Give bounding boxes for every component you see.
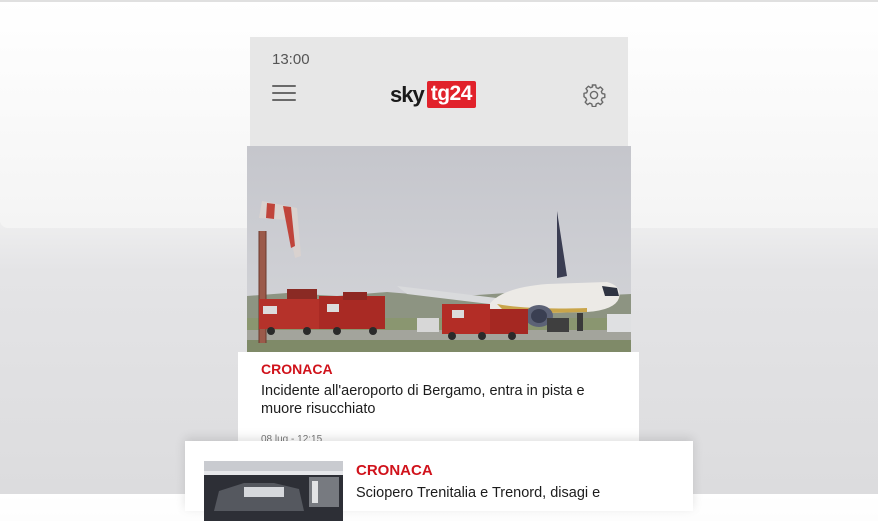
logo-sky-text: sky — [390, 81, 425, 107]
gear-icon[interactable] — [582, 83, 606, 107]
top-divider — [0, 0, 878, 2]
article-card[interactable]: CRONACA Incidente all'aeroporto di Berga… — [238, 352, 639, 452]
article-thumbnail[interactable] — [204, 461, 343, 521]
logo-tg24-badge: tg24 — [426, 81, 476, 108]
hamburger-menu-icon[interactable] — [272, 85, 296, 103]
article-hero-image[interactable] — [247, 146, 631, 354]
sky-tg24-logo[interactable]: sky tg24 — [390, 81, 476, 108]
status-time: 13:00 — [272, 51, 310, 68]
article-category[interactable]: CRONACA — [261, 361, 333, 377]
article-headline[interactable]: Incidente all'aeroporto di Bergamo, entr… — [261, 382, 611, 418]
article-category[interactable]: CRONACA — [356, 462, 433, 479]
train-station-photo — [204, 461, 343, 521]
article-card-second[interactable]: CRONACA Sciopero Trenitalia e Trenord, d… — [185, 441, 693, 521]
article-headline[interactable]: Sciopero Trenitalia e Trenord, disagi e — [356, 485, 656, 501]
airport-runway-photo — [247, 146, 631, 354]
